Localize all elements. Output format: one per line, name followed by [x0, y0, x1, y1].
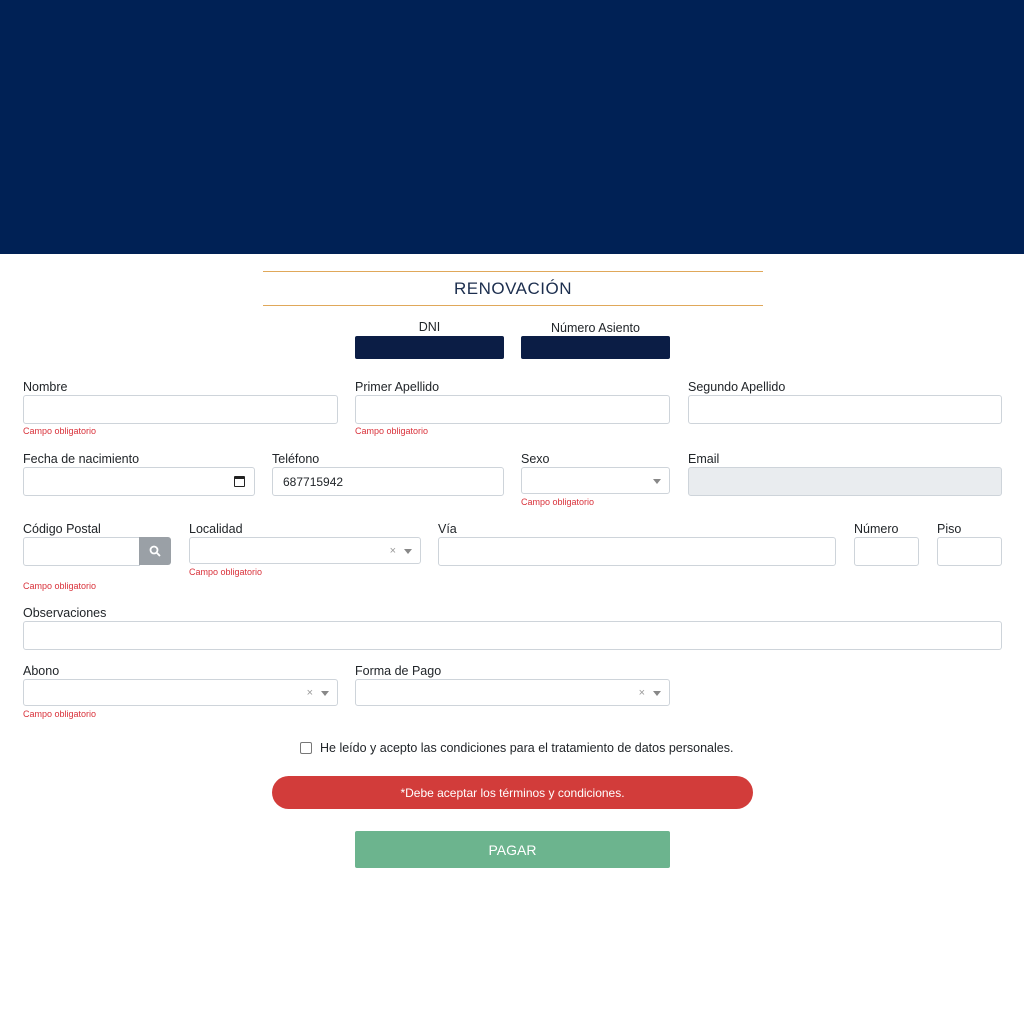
- chevron-down-icon: [404, 549, 412, 554]
- seat-number-field: [521, 336, 670, 359]
- localidad-label: Localidad: [189, 522, 243, 536]
- sexo-error: Campo obligatorio: [521, 497, 595, 507]
- abono-select[interactable]: ×: [23, 679, 338, 706]
- localidad-select[interactable]: ×: [189, 537, 421, 564]
- telefono-value: 687715942: [283, 475, 344, 489]
- clear-icon[interactable]: ×: [307, 686, 313, 700]
- fecha-nacimiento-label: Fecha de nacimiento: [23, 452, 140, 466]
- observaciones-input[interactable]: [23, 621, 1002, 650]
- codigo-postal-error: Campo obligatorio: [23, 581, 97, 591]
- primer-apellido-label: Primer Apellido: [355, 380, 440, 394]
- segundo-apellido-input[interactable]: [688, 395, 1002, 424]
- page-title: RENOVACIÓN: [453, 278, 573, 298]
- terms-alert-text: *Debe aceptar los términos y condiciones…: [400, 785, 625, 800]
- dni-label: DNI: [418, 320, 441, 334]
- abono-label: Abono: [23, 664, 60, 678]
- via-input[interactable]: [438, 537, 836, 566]
- email-input: [688, 467, 1002, 496]
- chevron-down-icon: [653, 479, 661, 484]
- fecha-nacimiento-input[interactable]: [23, 467, 255, 496]
- email-label: Email: [688, 452, 720, 466]
- via-label: Vía: [438, 522, 457, 536]
- numero-input[interactable]: [854, 537, 919, 566]
- chevron-down-icon: [321, 691, 329, 696]
- sexo-label: Sexo: [521, 452, 550, 466]
- observaciones-label: Observaciones: [23, 606, 107, 620]
- terms-alert: *Debe aceptar los términos y condiciones…: [272, 776, 753, 809]
- dni-field: [355, 336, 504, 359]
- segundo-apellido-label: Segundo Apellido: [688, 380, 786, 394]
- terms-label[interactable]: He leído y acepto las condiciones para e…: [320, 741, 733, 755]
- page-title-box: RENOVACIÓN: [263, 271, 763, 306]
- primer-apellido-input[interactable]: [355, 395, 670, 424]
- nombre-input[interactable]: [23, 395, 338, 424]
- nombre-error: Campo obligatorio: [23, 426, 97, 436]
- pay-button[interactable]: PAGAR: [355, 831, 670, 868]
- primer-apellido-error: Campo obligatorio: [355, 426, 429, 436]
- codigo-postal-input[interactable]: [23, 537, 140, 566]
- postal-search-button[interactable]: [139, 537, 171, 565]
- clear-icon[interactable]: ×: [639, 686, 645, 700]
- sexo-select[interactable]: [521, 467, 670, 494]
- search-icon: [149, 545, 161, 557]
- chevron-down-icon: [653, 691, 661, 696]
- terms-checkbox[interactable]: [300, 742, 312, 754]
- telefono-input[interactable]: 687715942: [272, 467, 504, 496]
- abono-error: Campo obligatorio: [23, 709, 97, 719]
- clear-icon[interactable]: ×: [390, 544, 396, 558]
- forma-pago-label: Forma de Pago: [355, 664, 442, 678]
- codigo-postal-label: Código Postal: [23, 522, 101, 536]
- seat-number-label: Número Asiento: [551, 321, 640, 335]
- header-banner: [0, 0, 1024, 254]
- telefono-label: Teléfono: [272, 452, 320, 466]
- calendar-icon[interactable]: [234, 476, 245, 487]
- piso-label: Piso: [937, 522, 962, 536]
- localidad-error: Campo obligatorio: [189, 567, 263, 577]
- piso-input[interactable]: [937, 537, 1002, 566]
- pay-button-label: PAGAR: [488, 841, 537, 858]
- forma-pago-select[interactable]: ×: [355, 679, 670, 706]
- numero-label: Número: [854, 522, 899, 536]
- nombre-label: Nombre: [23, 380, 68, 394]
